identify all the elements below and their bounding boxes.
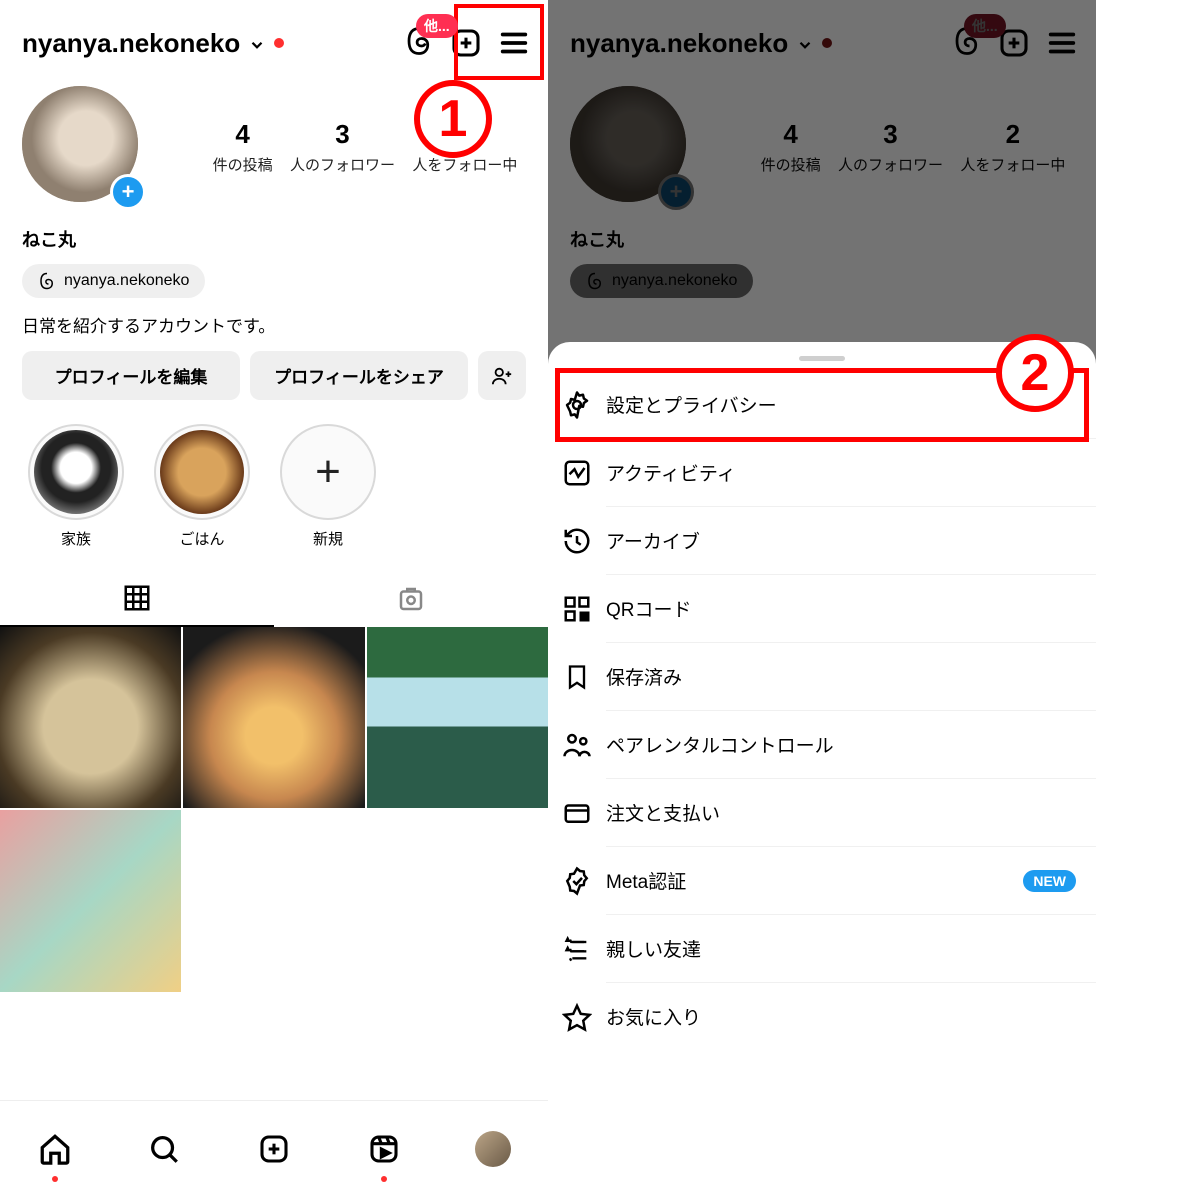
nav-avatar-icon xyxy=(475,1131,511,1167)
threads-handle-text: nyanya.nekoneko xyxy=(64,272,189,290)
new-badge: NEW xyxy=(1023,870,1076,892)
menu-item-favorites[interactable]: お気に入り xyxy=(548,983,1096,1050)
highlight-label: 家族 xyxy=(28,528,124,549)
highlight-label: 新規 xyxy=(280,528,376,549)
menu-label: アクティビティ xyxy=(606,439,1096,507)
highlight-family[interactable]: 家族 xyxy=(28,424,124,549)
post-thumbnail[interactable] xyxy=(183,627,364,808)
nav-home[interactable] xyxy=(30,1124,80,1174)
gear-icon xyxy=(548,390,606,420)
menu-item-saved[interactable]: 保存済み xyxy=(548,643,1096,711)
close-friends-icon xyxy=(548,935,606,963)
chevron-down-icon[interactable] xyxy=(248,36,266,54)
notification-dot xyxy=(274,38,284,48)
highlight-label: ごはん xyxy=(154,528,250,549)
verified-icon xyxy=(548,866,606,896)
threads-small-icon xyxy=(38,272,56,290)
story-highlights: 家族 ごはん + 新規 xyxy=(0,418,548,561)
stat-posts-label: 件の投稿 xyxy=(213,154,273,175)
step1-callout: 1 xyxy=(414,80,492,158)
menu-label: お気に入り xyxy=(606,983,1096,1050)
activity-icon xyxy=(548,458,606,488)
share-profile-button[interactable]: プロフィールをシェア xyxy=(250,351,468,400)
bookmark-icon xyxy=(548,663,606,691)
nav-notification-dot xyxy=(381,1176,387,1182)
nav-search[interactable] xyxy=(139,1124,189,1174)
menu-item-qr[interactable]: QRコード xyxy=(548,575,1096,643)
menu-label: QRコード xyxy=(606,575,1096,643)
threads-handle-pill[interactable]: nyanya.nekoneko xyxy=(22,264,205,298)
menu-item-archive[interactable]: アーカイブ xyxy=(548,507,1096,575)
archive-icon xyxy=(548,526,606,556)
menu-label: Meta認証 NEW xyxy=(606,847,1096,915)
stat-followers-label: 人のフォロワー xyxy=(290,154,395,175)
add-story-badge[interactable]: + xyxy=(110,174,146,210)
step2-callout: 2 xyxy=(996,334,1074,412)
tab-grid-posts[interactable] xyxy=(0,573,274,627)
post-thumbnail[interactable] xyxy=(367,627,548,808)
menu-item-parental[interactable]: ペアレンタルコントロール xyxy=(548,711,1096,779)
profile-header: nyanya.nekoneko 他... xyxy=(0,0,548,76)
stat-following-label: 人をフォロー中 xyxy=(412,154,517,175)
threads-icon[interactable]: 他... xyxy=(404,26,438,60)
post-thumbnail[interactable] xyxy=(0,810,181,991)
star-icon xyxy=(548,1002,606,1032)
stat-followers[interactable]: 3 人のフォロワー xyxy=(290,119,395,175)
nav-reels[interactable] xyxy=(359,1124,409,1174)
edit-profile-button[interactable]: プロフィールを編集 xyxy=(22,351,240,400)
menu-drawer-screen: nyanya.nekoneko 他... + xyxy=(548,0,1096,1196)
menu-item-meta-verified[interactable]: Meta認証 NEW xyxy=(548,847,1096,915)
tab-tagged[interactable] xyxy=(274,573,548,627)
post-thumbnail[interactable] xyxy=(0,627,181,808)
menu-label: アーカイブ xyxy=(606,507,1096,575)
menu-item-close-friends[interactable]: 親しい友達 xyxy=(548,915,1096,983)
menu-label: 親しい友達 xyxy=(606,915,1096,983)
highlight-new[interactable]: + 新規 xyxy=(280,424,376,549)
menu-sheet: 設定とプライバシー アクティビティ アーカイブ QRコード xyxy=(548,342,1096,1196)
profile-tabs xyxy=(0,573,548,627)
display-name: ねこ丸 xyxy=(0,208,548,258)
card-icon xyxy=(548,798,606,828)
discover-people-button[interactable] xyxy=(478,351,526,400)
nav-profile[interactable] xyxy=(468,1124,518,1174)
menu-label: ペアレンタルコントロール xyxy=(606,711,1096,779)
profile-avatar[interactable]: + xyxy=(22,86,144,208)
stat-posts-count: 4 xyxy=(213,119,273,150)
qr-icon xyxy=(548,594,606,624)
bottom-nav xyxy=(0,1100,548,1196)
sheet-drag-handle[interactable] xyxy=(799,356,845,361)
posts-grid xyxy=(0,627,548,992)
menu-label: 注文と支払い xyxy=(606,779,1096,847)
stat-followers-count: 3 xyxy=(290,119,395,150)
menu-item-orders[interactable]: 注文と支払い xyxy=(548,779,1096,847)
stat-posts[interactable]: 4 件の投稿 xyxy=(213,119,273,175)
nav-create[interactable] xyxy=(249,1124,299,1174)
profile-screen: 1 nyanya.nekoneko 他... + xyxy=(0,0,548,1196)
menu-label: 保存済み xyxy=(606,643,1096,711)
highlight-food[interactable]: ごはん xyxy=(154,424,250,549)
threads-notification-badge: 他... xyxy=(416,14,458,38)
profile-bio: 日常を紹介するアカウントです。 xyxy=(0,298,548,351)
parental-icon xyxy=(548,730,606,760)
menu-item-activity[interactable]: アクティビティ xyxy=(548,439,1096,507)
hamburger-menu-button[interactable] xyxy=(494,23,534,63)
nav-notification-dot xyxy=(52,1176,58,1182)
username-switcher[interactable]: nyanya.nekoneko xyxy=(22,28,240,59)
